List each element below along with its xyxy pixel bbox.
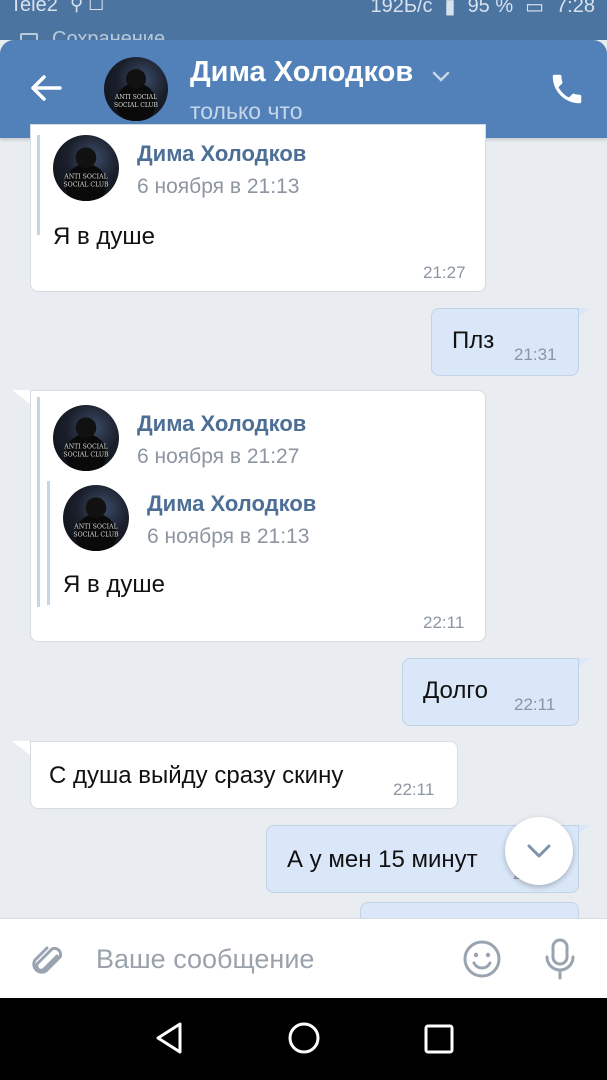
battery-percent: 95 %: [467, 0, 514, 17]
message-composer: [0, 918, 607, 998]
nested-forwarded-text: Я в душе: [63, 571, 166, 598]
message-bubble-outgoing[interactable]: Долго 22:11: [402, 658, 579, 726]
forwarded-author[interactable]: Дима Холодков: [137, 411, 306, 437]
avatar-logo-text: ANTI SOCIAL: [63, 173, 107, 180]
battery-icon: ▭: [525, 0, 545, 18]
message-time: 22:11: [423, 613, 465, 632]
message-bubble-outgoing[interactable]: Плз 21:31: [431, 308, 579, 376]
message-bubble-incoming[interactable]: ANTI SOCIAL SOCIAL CLUB Дима Холодков 6 н…: [30, 124, 486, 292]
avatar-logo-text-2: SOCIAL CLUB: [63, 182, 109, 189]
nav-back-icon[interactable]: [152, 1020, 188, 1056]
avatar-logo-text: ANTI SOCIAL: [63, 443, 107, 450]
network-speed: 192Б/с: [370, 0, 433, 17]
forward-line: [37, 135, 40, 235]
message-text: Долго: [423, 677, 488, 704]
smile-icon[interactable]: [462, 939, 502, 979]
clock: 7:28: [556, 0, 595, 17]
chevron-down-icon: [527, 844, 551, 858]
message-time: 21:31: [514, 345, 557, 364]
message-text: Плз: [452, 327, 495, 354]
avatar-logo-text: ANTI SOCIAL: [114, 94, 157, 101]
nested-forward-line: [47, 481, 50, 605]
microphone-icon[interactable]: [540, 937, 580, 981]
carrier-label: Tele2: [10, 0, 58, 16]
message-time: 22:11: [514, 695, 556, 714]
forwarded-text: Я в душе: [53, 223, 156, 250]
contact-status: только что: [190, 98, 303, 124]
message-text: С душа выйду сразу скину: [49, 762, 344, 789]
avatar-logo-text-2: SOCIAL CLUB: [73, 532, 119, 539]
scroll-down-button[interactable]: [505, 817, 573, 885]
nested-forwarded-author[interactable]: Дима Холодков: [147, 491, 316, 517]
back-arrow-icon[interactable]: [26, 68, 66, 108]
status-right: 192Б/с ▮ 95 % ▭ 7:28: [370, 0, 595, 19]
contact-avatar[interactable]: ANTI SOCIAL SOCIAL CLUB: [104, 57, 168, 121]
message-bubble-incoming[interactable]: ANTI SOCIAL SOCIAL CLUB Дима Холодков 6 н…: [30, 390, 486, 642]
message-time: 21:27: [423, 263, 466, 282]
message-time: 22:11: [393, 780, 435, 799]
forward-line: [37, 397, 40, 607]
message-input[interactable]: [96, 937, 436, 981]
nav-recent-apps-icon[interactable]: [422, 1022, 456, 1056]
bubble-tail: [12, 390, 30, 404]
avatar-logo-text-2: SOCIAL CLUB: [114, 102, 159, 109]
system-navigation-bar: [0, 998, 607, 1080]
message-bubble-incoming[interactable]: С душа выйду сразу скину 22:11: [30, 741, 458, 809]
chevron-down-icon[interactable]: [430, 66, 452, 86]
avatar-logo-text-2: SOCIAL CLUB: [63, 452, 109, 459]
forwarded-avatar: ANTI SOCIAL SOCIAL CLUB: [53, 405, 119, 471]
forwarded-avatar: ANTI SOCIAL SOCIAL CLUB: [53, 135, 119, 201]
contact-name[interactable]: Дима Холодков: [190, 56, 413, 89]
paperclip-icon[interactable]: [28, 939, 68, 979]
forwarded-date: 6 ноября в 21:27: [137, 445, 300, 468]
bubble-tail: [12, 741, 30, 755]
nested-forwarded-avatar: ANTI SOCIAL SOCIAL CLUB: [63, 485, 129, 551]
status-bar: Tele2 ⚲ ☐ 192Б/с ▮ 95 % ▭ 7:28 Сохранени…: [0, 0, 607, 50]
signal-icon: ▮: [444, 0, 456, 18]
nested-forwarded-date: 6 ноября в 21:13: [147, 525, 310, 548]
avatar-logo-text: ANTI SOCIAL: [73, 523, 117, 530]
nav-home-icon[interactable]: [286, 1020, 322, 1056]
phone-icon[interactable]: [548, 70, 586, 108]
forwarded-author[interactable]: Дима Холодков: [137, 141, 306, 167]
message-text: А у мен 15 минут: [287, 846, 478, 873]
search-icon: ⚲ ☐: [70, 0, 105, 14]
forwarded-date: 6 ноября в 21:13: [137, 175, 300, 198]
